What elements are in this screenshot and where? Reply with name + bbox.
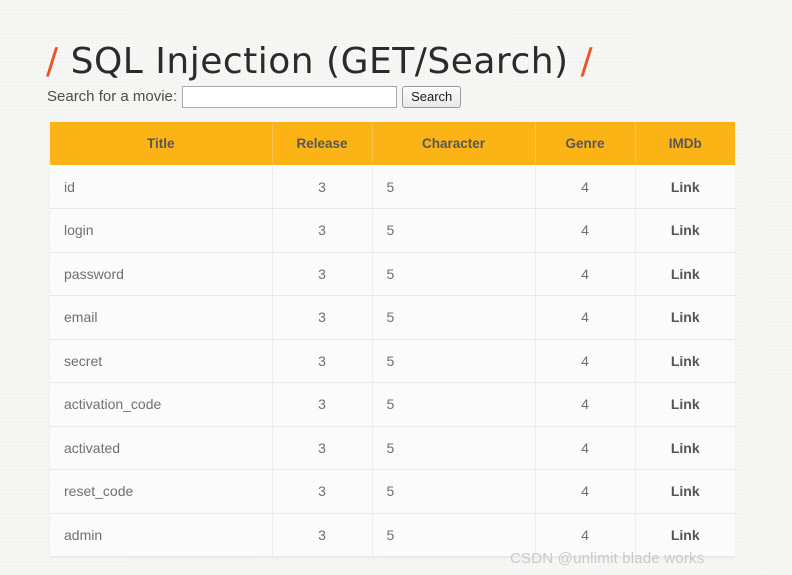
cell-release: 3 [272, 382, 373, 427]
table-row: activation_code 3 5 4 Link [50, 382, 735, 427]
cell-title: login [50, 208, 273, 253]
page-title-text: SQL Injection (GET/Search) [70, 41, 569, 83]
search-button[interactable]: Search [402, 86, 462, 108]
cell-imdb: Link [635, 339, 735, 383]
imdb-link[interactable]: Link [671, 483, 700, 499]
cell-release: 3 [272, 513, 373, 557]
cell-title: secret [50, 339, 273, 383]
cell-imdb: Link [635, 469, 735, 514]
title-slash-left: / [46, 41, 59, 83]
table-header-row: Title Release Character Genre IMDb [50, 122, 735, 165]
cell-release: 3 [272, 165, 373, 209]
cell-imdb: Link [635, 295, 735, 340]
cell-character: 5 [372, 339, 536, 383]
table-row: activated 3 5 4 Link [50, 426, 735, 470]
column-header-genre[interactable]: Genre [535, 122, 636, 165]
imdb-link[interactable]: Link [671, 353, 700, 369]
cell-imdb: Link [635, 252, 735, 296]
table-head: Title Release Character Genre IMDb [50, 122, 735, 165]
cell-character: 5 [372, 295, 536, 340]
cell-character: 5 [372, 469, 536, 514]
cell-imdb: Link [635, 426, 735, 470]
cell-character: 5 [372, 252, 536, 296]
cell-release: 3 [272, 469, 373, 514]
cell-genre: 4 [535, 208, 636, 253]
watermark-text: CSDN @unlimit blade works [510, 550, 705, 567]
imdb-link[interactable]: Link [671, 266, 700, 282]
cell-genre: 4 [535, 382, 636, 427]
cell-title: password [50, 252, 273, 296]
column-header-imdb[interactable]: IMDb [635, 122, 735, 165]
table-row: reset_code 3 5 4 Link [50, 469, 735, 514]
imdb-link[interactable]: Link [671, 309, 700, 325]
cell-character: 5 [372, 165, 536, 209]
imdb-link[interactable]: Link [671, 440, 700, 456]
imdb-link[interactable]: Link [671, 396, 700, 412]
column-header-release[interactable]: Release [272, 122, 373, 165]
table-row: id 3 5 4 Link [50, 165, 735, 209]
cell-release: 3 [272, 426, 373, 470]
cell-genre: 4 [535, 426, 636, 470]
column-header-character[interactable]: Character [372, 122, 536, 165]
cell-genre: 4 [535, 252, 636, 296]
search-results-table: Title Release Character Genre IMDb id 3 5 4… [50, 122, 735, 557]
cell-character: 5 [372, 208, 536, 253]
search-input[interactable] [182, 86, 398, 108]
cell-imdb: Link [635, 382, 735, 427]
cell-genre: 4 [535, 339, 636, 383]
cell-title: activated [50, 426, 273, 470]
table-row: secret 3 5 4 Link [50, 339, 735, 383]
cell-release: 3 [272, 295, 373, 340]
cell-title: id [50, 165, 273, 209]
cell-character: 5 [372, 426, 536, 470]
movie-search-form: Search for a movie: Search [47, 86, 462, 108]
cell-title: activation_code [50, 382, 273, 427]
cell-genre: 4 [535, 165, 636, 209]
search-label: Search for a movie: [47, 88, 178, 105]
cell-imdb: Link [635, 165, 735, 209]
cell-genre: 4 [535, 295, 636, 340]
page-title: / SQL Injection (GET/Search) / [46, 38, 593, 86]
imdb-link[interactable]: Link [671, 527, 700, 543]
table-row: email 3 5 4 Link [50, 295, 735, 340]
table-body: id 3 5 4 Link login 3 5 4 Link password 3 5 4 Link emai… [50, 165, 735, 557]
title-slash-right: / [580, 41, 594, 83]
cell-genre: 4 [535, 469, 636, 514]
cell-imdb: Link [635, 208, 735, 253]
column-header-title[interactable]: Title [50, 122, 273, 165]
cell-title: email [50, 295, 273, 340]
cell-title: admin [50, 513, 273, 557]
cell-title: reset_code [50, 469, 273, 514]
imdb-link[interactable]: Link [671, 179, 700, 195]
cell-character: 5 [372, 382, 536, 427]
cell-release: 3 [272, 252, 373, 296]
imdb-link[interactable]: Link [671, 222, 700, 238]
table-row: password 3 5 4 Link [50, 252, 735, 296]
table-row: login 3 5 4 Link [50, 208, 735, 253]
cell-release: 3 [272, 208, 373, 253]
cell-release: 3 [272, 339, 373, 383]
